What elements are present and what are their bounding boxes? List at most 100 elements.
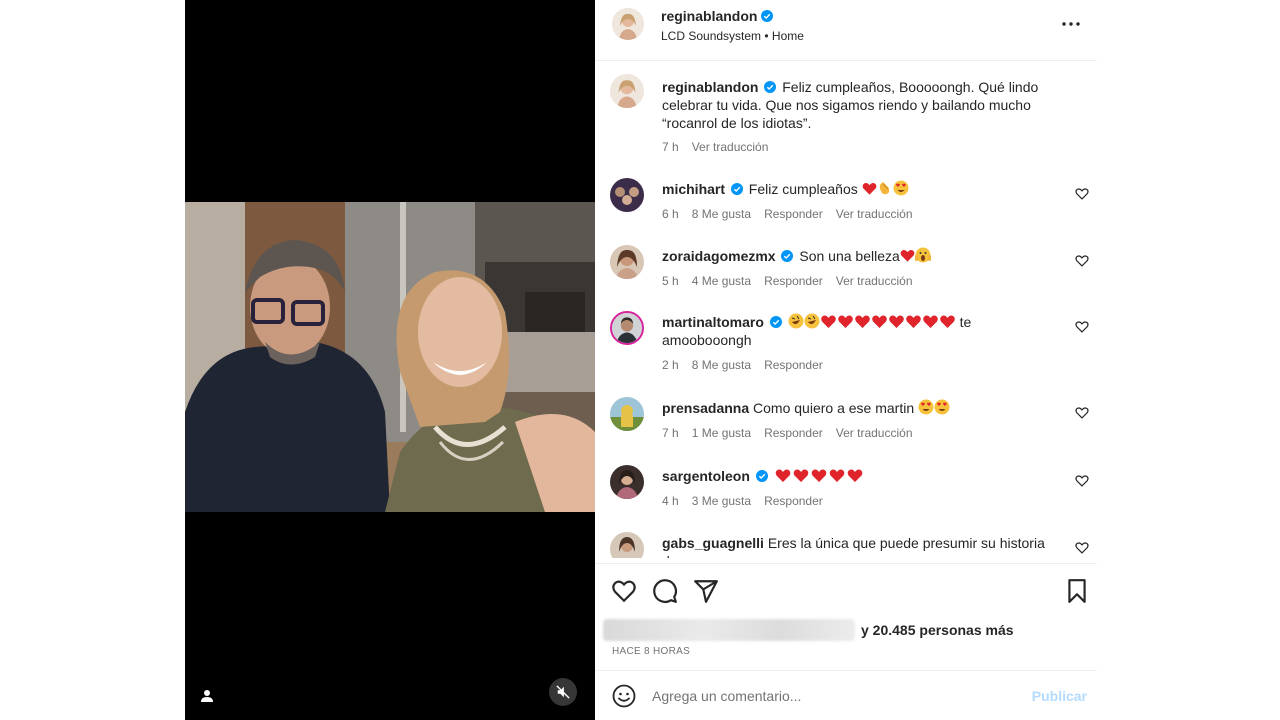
comment-username[interactable]: prensadanna: [662, 400, 749, 416]
page-background: [1097, 0, 1280, 720]
commenter-avatar[interactable]: [610, 245, 644, 279]
comment-body: michihart Feliz cumpleaños: [662, 180, 1062, 198]
red-heart-emoji-icon: [854, 315, 870, 328]
comment-text: Feliz cumpleaños: [748, 181, 858, 197]
commenter-avatar-story-ring[interactable]: [610, 311, 644, 345]
commenter-avatar[interactable]: [610, 465, 644, 499]
author-username[interactable]: reginablandon: [661, 8, 774, 24]
audio-muted-icon[interactable]: [549, 678, 577, 706]
comment-time[interactable]: 5 h: [662, 274, 679, 288]
like-comment-heart-icon[interactable]: [1075, 406, 1089, 420]
comment-meta: 7 h 1 Me gusta Responder Ver traducción: [662, 426, 913, 440]
caption-username[interactable]: reginablandon: [662, 79, 758, 95]
save-bookmark-icon[interactable]: [1064, 578, 1090, 604]
post-header: reginablandon LCD Soundsystem • Home: [595, 0, 1097, 61]
commenter-avatar[interactable]: [610, 178, 644, 212]
commenter-avatar[interactable]: [610, 397, 644, 431]
post-side-panel: reginablandon LCD Soundsystem • Home reg…: [595, 0, 1097, 720]
red-heart-emoji-icon: [775, 469, 790, 482]
screaming-face-emoji-icon: [914, 247, 931, 263]
likes-summary[interactable]: y 20.485 personas más: [603, 618, 1014, 642]
comment-username[interactable]: zoraidagomezmx: [662, 248, 776, 264]
comment-meta: 2 h 8 Me gusta Responder: [662, 358, 823, 372]
author-username-text[interactable]: reginablandon: [661, 8, 757, 24]
caption-time[interactable]: 7 h: [662, 140, 679, 154]
reply-button[interactable]: Responder: [764, 207, 823, 221]
heart-eyes-emoji-icon: [893, 180, 909, 196]
commenter-avatar[interactable]: [610, 532, 644, 558]
emoji-row: [788, 313, 956, 330]
comment-time[interactable]: 2 h: [662, 358, 679, 372]
share-send-icon[interactable]: [693, 578, 719, 604]
reply-button[interactable]: Responder: [764, 426, 823, 440]
red-heart-emoji-icon: [922, 315, 938, 328]
translate-link[interactable]: Ver traducción: [836, 207, 913, 221]
caption-meta: 7 h Ver traducción: [662, 140, 768, 154]
comment-meta: 6 h 8 Me gusta Responder Ver traducción: [662, 207, 913, 221]
red-heart-emoji-icon: [829, 469, 844, 482]
red-heart-emoji-icon: [888, 315, 904, 328]
comment-likes[interactable]: 8 Me gusta: [692, 207, 751, 221]
verified-badge-icon: [755, 470, 768, 482]
translate-link[interactable]: Ver traducción: [836, 426, 913, 440]
red-heart-emoji-icon: [905, 315, 921, 328]
verified-badge-icon: [764, 81, 777, 93]
like-comment-heart-icon[interactable]: [1075, 320, 1089, 334]
translate-link[interactable]: Ver traducción: [836, 274, 913, 288]
clapping-hands-emoji-icon: [879, 182, 889, 195]
comment-username[interactable]: martinaltomaro: [662, 314, 764, 330]
rolling-laughing-emoji-icon: [804, 313, 820, 329]
caption-avatar[interactable]: [610, 74, 644, 108]
verified-badge-icon: [730, 183, 743, 195]
comment-time[interactable]: 6 h: [662, 207, 679, 221]
red-heart-emoji-icon: [811, 469, 826, 482]
comments-list[interactable]: reginablandon Feliz cumpleaños, Booooong…: [595, 62, 1097, 558]
like-comment-heart-icon[interactable]: [1075, 474, 1089, 488]
reply-button[interactable]: Responder: [764, 358, 823, 372]
comment-username[interactable]: gabs_guagnelli: [662, 535, 764, 551]
comment-time[interactable]: 7 h: [662, 426, 679, 440]
emoji-picker-icon[interactable]: [612, 684, 636, 708]
reply-button[interactable]: Responder: [764, 494, 823, 508]
comment-username[interactable]: sargentoleon: [662, 468, 750, 484]
emoji-row: [774, 468, 864, 484]
post-timestamp[interactable]: Hace 8 horas: [612, 646, 690, 657]
more-horizontal-icon[interactable]: [1059, 12, 1083, 36]
heart-eyes-emoji-icon: [934, 399, 950, 415]
comment-input[interactable]: [652, 684, 1022, 708]
red-heart-emoji-icon: [862, 182, 876, 195]
comment-body: prensadanna Como quiero a ese martin: [662, 399, 1062, 417]
comment-username[interactable]: michihart: [662, 181, 725, 197]
red-heart-emoji-icon: [939, 315, 955, 328]
red-heart-emoji-icon: [837, 315, 853, 328]
reply-button[interactable]: Responder: [764, 274, 823, 288]
comment-body: zoraidagomezmx Son una belleza: [662, 247, 1062, 265]
comment-likes[interactable]: 3 Me gusta: [692, 494, 751, 508]
heart-eyes-emoji-icon: [918, 399, 934, 415]
post-actions-bar: [595, 574, 1097, 608]
like-comment-heart-icon[interactable]: [1075, 187, 1089, 201]
like-heart-icon[interactable]: [611, 578, 637, 604]
comment-body: gabs_guagnelli Eres la única que puede p…: [662, 534, 1062, 558]
likes-count[interactable]: y 20.485 personas más: [861, 622, 1014, 638]
comment-text: Como quiero a ese martin: [753, 400, 915, 416]
post-media[interactable]: [185, 0, 595, 720]
publish-button[interactable]: Publicar: [1032, 688, 1087, 704]
blurred-likers: [603, 619, 855, 641]
tagged-user-icon[interactable]: [197, 686, 217, 706]
like-comment-heart-icon[interactable]: [1075, 541, 1089, 555]
comment-time[interactable]: 4 h: [662, 494, 679, 508]
comment-bubble-icon[interactable]: [652, 578, 678, 604]
verified-badge-icon: [761, 10, 774, 22]
like-comment-heart-icon[interactable]: [1075, 254, 1089, 268]
comment-meta: 4 h 3 Me gusta Responder: [662, 494, 823, 508]
comment-likes[interactable]: 1 Me gusta: [692, 426, 751, 440]
caption-translate-link[interactable]: Ver traducción: [692, 140, 769, 154]
comment-likes[interactable]: 4 Me gusta: [692, 274, 751, 288]
section-divider: [595, 563, 1097, 564]
red-heart-emoji-icon: [871, 315, 887, 328]
comment-likes[interactable]: 8 Me gusta: [692, 358, 751, 372]
author-avatar[interactable]: [612, 8, 644, 40]
verified-badge-icon: [781, 250, 794, 262]
audio-track-link[interactable]: LCD Soundsystem • Home: [661, 29, 804, 43]
